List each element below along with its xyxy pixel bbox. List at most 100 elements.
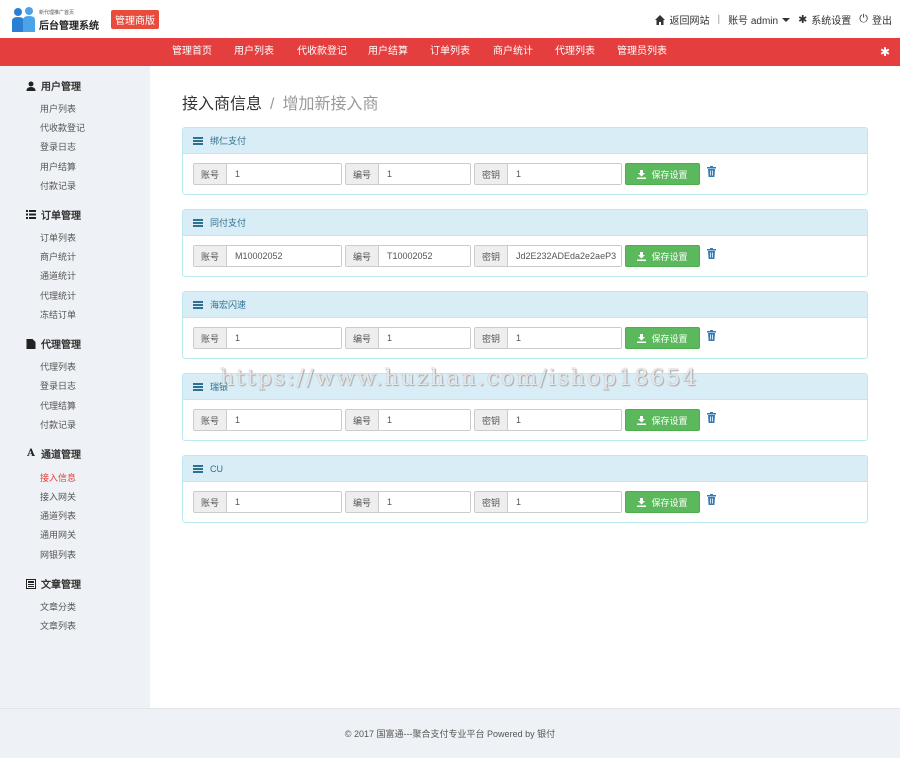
number-input[interactable]: T10002052 (379, 246, 470, 266)
nav-item-settlement[interactable]: 用户结算 (368, 38, 408, 66)
save-button[interactable]: 保存设置 (625, 491, 700, 513)
save-button[interactable]: 保存设置 (625, 163, 700, 185)
nav-item-users[interactable]: 用户列表 (234, 38, 274, 66)
key-input[interactable]: 1 (508, 328, 621, 348)
save-label: 保存设置 (651, 251, 688, 262)
nav-item-agents[interactable]: 代理列表 (555, 38, 595, 66)
sidebar-group-users[interactable]: 用户管理 (26, 78, 81, 93)
sidebar-item-login-log[interactable]: 登录日志 (40, 140, 76, 153)
edition-badge: 管理商版 (111, 10, 159, 29)
home-link[interactable]: 返回网站 (655, 12, 709, 27)
account-input[interactable]: 1 (227, 410, 341, 430)
number-label: 编号 (346, 246, 379, 266)
save-button[interactable]: 保存设置 (625, 327, 700, 349)
key-input[interactable]: 1 (508, 492, 621, 512)
sidebar-item-collection[interactable]: 代收款登记 (40, 121, 85, 134)
key-input[interactable]: 1 (508, 410, 621, 430)
nav-item-dashboard[interactable]: 管理首页 (172, 38, 212, 66)
nav-item-merchant-stats[interactable]: 商户统计 (493, 38, 533, 66)
sidebar-item-access-gateway[interactable]: 接入网关 (40, 490, 76, 503)
number-field[interactable]: 编号 T10002052 (345, 245, 471, 267)
account-input[interactable]: M10002052 (227, 246, 341, 266)
settings-link[interactable]: ✱ 系统设置 (798, 12, 851, 27)
number-input[interactable]: 1 (379, 328, 470, 348)
sidebar-item-channel-list[interactable]: 通道列表 (40, 509, 76, 522)
sidebar-item-general-gateway[interactable]: 通用网关 (40, 528, 76, 541)
sidebar-item-payment-records[interactable]: 付款记录 (40, 179, 76, 192)
sidebar-item-user-list[interactable]: 用户列表 (40, 102, 76, 115)
sidebar-item-merchant-stats[interactable]: 商户统计 (40, 250, 76, 263)
account-input[interactable]: 1 (227, 492, 341, 512)
sidebar-item-agent-payments[interactable]: 付款记录 (40, 418, 76, 431)
number-label: 编号 (346, 492, 379, 512)
user-icon (26, 81, 36, 91)
number-field[interactable]: 编号 1 (345, 163, 471, 185)
number-input[interactable]: 1 (379, 410, 470, 430)
account-input[interactable]: 1 (227, 164, 341, 184)
top-header: 新代理推广首页 后台管理系统 管理商版 返回网站 | 账号 admin ✱ 系统… (0, 0, 900, 38)
sidebar-item-article-list[interactable]: 文章列表 (40, 619, 76, 632)
logo[interactable]: 新代理推广首页 后台管理系统 (12, 4, 102, 34)
sidebar-group-articles[interactable]: 文章管理 (26, 576, 81, 591)
trash-icon[interactable] (707, 248, 716, 259)
home-label: 返回网站 (669, 16, 710, 27)
nav-item-orders[interactable]: 订单列表 (430, 38, 470, 66)
sidebar-group-orders[interactable]: 订单管理 (26, 207, 81, 222)
key-field[interactable]: 密钥 Jd2E232ADEda2e2aeP3 (474, 245, 622, 267)
save-button[interactable]: 保存设置 (625, 409, 700, 431)
nav-gear-icon[interactable]: ✱ (880, 45, 890, 59)
sidebar-item-agent-settlement[interactable]: 代理结算 (40, 399, 76, 412)
sidebar-item-agent-login-log[interactable]: 登录日志 (40, 379, 76, 392)
trash-icon[interactable] (707, 166, 716, 177)
sidebar-group-channels[interactable]: A 通道管理 (26, 446, 81, 461)
provider-panel: 海宏闪速 账号 1 编号 1 密钥 1 保存设置 (182, 291, 868, 359)
account-field[interactable]: 账号 1 (193, 491, 342, 513)
nav-item-collection[interactable]: 代收款登记 (297, 38, 347, 66)
trash-icon[interactable] (707, 330, 716, 341)
sidebar-item-access-info[interactable]: 接入信息 (40, 471, 76, 484)
trash-icon[interactable] (707, 412, 716, 423)
key-field[interactable]: 密钥 1 (474, 163, 622, 185)
account-label: 账号 (194, 246, 227, 266)
sidebar-group-label: 文章管理 (41, 580, 81, 591)
list-icon (193, 382, 203, 391)
key-label: 密钥 (475, 246, 508, 266)
sidebar-item-agent-stats[interactable]: 代理统计 (40, 289, 76, 302)
number-input[interactable]: 1 (379, 164, 470, 184)
number-field[interactable]: 编号 1 (345, 491, 471, 513)
key-input[interactable]: Jd2E232ADEda2e2aeP3 (508, 246, 621, 266)
account-input[interactable]: 1 (227, 328, 341, 348)
sidebar-item-article-category[interactable]: 文章分类 (40, 600, 76, 613)
number-input[interactable]: 1 (379, 492, 470, 512)
number-field[interactable]: 编号 1 (345, 327, 471, 349)
panel-title: 绑仁支付 (210, 136, 247, 146)
sidebar-item-agent-list[interactable]: 代理列表 (40, 360, 76, 373)
account-dropdown[interactable]: 账号 admin (728, 12, 791, 27)
account-field[interactable]: 账号 M10002052 (193, 245, 342, 267)
sidebar-item-frozen-orders[interactable]: 冻结订单 (40, 308, 76, 321)
panel-header: 同付支付 (183, 210, 867, 236)
list-icon (193, 464, 203, 473)
key-input[interactable]: 1 (508, 164, 621, 184)
save-button[interactable]: 保存设置 (625, 245, 700, 267)
account-field[interactable]: 账号 1 (193, 163, 342, 185)
account-field[interactable]: 账号 1 (193, 327, 342, 349)
sidebar-item-bank-list[interactable]: 网银列表 (40, 548, 76, 561)
sidebar-item-channel-stats[interactable]: 通道统计 (40, 269, 76, 282)
key-field[interactable]: 密钥 1 (474, 409, 622, 431)
logout-link[interactable]: ⏻ 登出 (859, 12, 892, 27)
sidebar-group-agents[interactable]: 代理管理 (26, 336, 81, 351)
key-field[interactable]: 密钥 1 (474, 327, 622, 349)
provider-panel: CU 账号 1 编号 1 密钥 1 保存设置 (182, 455, 868, 523)
save-label: 保存设置 (651, 497, 688, 508)
key-field[interactable]: 密钥 1 (474, 491, 622, 513)
account-label: 账号 (194, 410, 227, 430)
footer: © 2017 国富通---聚合支付专业平台 Powered by 银付 (0, 708, 900, 758)
sidebar-item-user-settlement[interactable]: 用户结算 (40, 160, 76, 173)
account-field[interactable]: 账号 1 (193, 409, 342, 431)
number-field[interactable]: 编号 1 (345, 409, 471, 431)
key-label: 密钥 (475, 164, 508, 184)
sidebar-item-order-list[interactable]: 订单列表 (40, 231, 76, 244)
nav-item-admins[interactable]: 管理员列表 (617, 38, 667, 66)
trash-icon[interactable] (707, 494, 716, 505)
